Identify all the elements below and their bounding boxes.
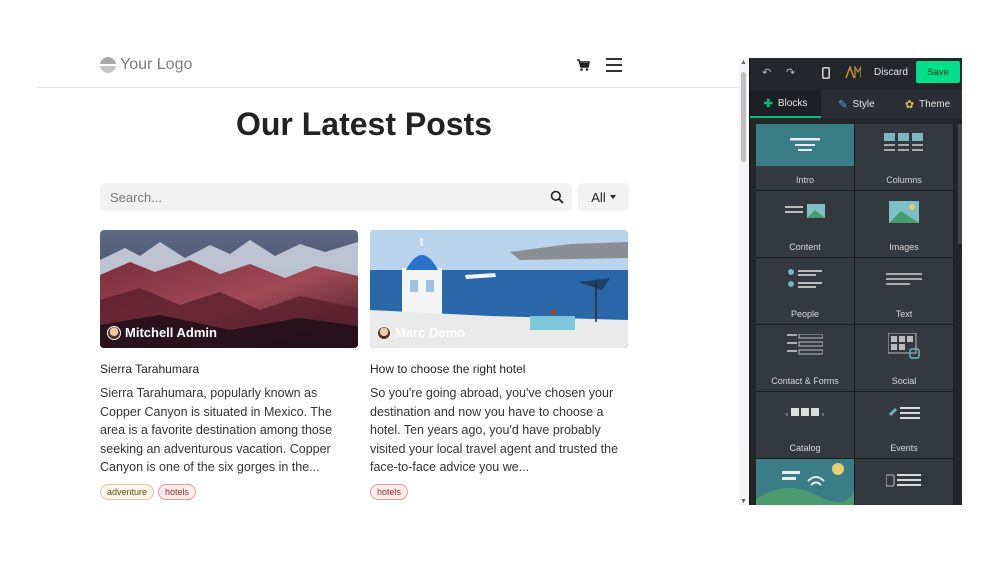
block-content[interactable]: Content — [756, 191, 854, 257]
author-name: Mitchell Admin — [125, 325, 217, 340]
redo-icon[interactable]: ↷ — [786, 66, 795, 79]
people-icon — [756, 258, 854, 300]
columns-icon — [855, 124, 953, 166]
post-tags: adventure hotels — [100, 483, 358, 500]
search-icon[interactable] — [550, 190, 564, 204]
post-card[interactable]: Mitchell Admin Sierra Tarahumara Sierra … — [100, 230, 358, 500]
landscape-icon — [756, 459, 854, 505]
block-label: Columns — [886, 175, 922, 185]
block-label: Text — [895, 309, 913, 319]
scroll-down-icon[interactable]: ▼ — [740, 498, 747, 505]
catalog-icon: ‹ › — [756, 392, 854, 434]
block-list[interactable] — [855, 459, 953, 505]
block-people[interactable]: People — [756, 258, 854, 324]
post-image-mountains[interactable]: Mitchell Admin — [100, 230, 358, 348]
tab-theme[interactable]: ✿ Theme — [892, 90, 962, 118]
cart-icon[interactable] — [576, 58, 590, 72]
mobile-preview-icon[interactable] — [822, 67, 830, 79]
gear-icon: ✿ — [904, 98, 915, 111]
caret-down-icon — [609, 195, 616, 199]
block-catalog[interactable]: ‹ › Catalog — [756, 392, 854, 458]
events-icon — [855, 392, 953, 434]
avatar — [377, 325, 391, 340]
author-name: Marc Demo — [395, 325, 466, 340]
post-author: Mitchell Admin — [107, 325, 217, 340]
block-images[interactable]: Images — [855, 191, 953, 257]
block-intro[interactable]: Intro — [756, 124, 854, 190]
post-excerpt: So you're going abroad, you've chosen yo… — [370, 386, 619, 474]
post-tags: hotels — [370, 483, 628, 500]
editor-toolbar: ↶ ↷ Discard Save — [750, 58, 962, 88]
block-label: Intro — [795, 175, 814, 185]
block-landscape[interactable] — [756, 459, 854, 505]
plus-icon: ✚ — [763, 97, 773, 110]
post-title[interactable]: How to choose the right hotel — [370, 362, 628, 376]
hamburger-menu-icon[interactable] — [606, 58, 622, 72]
block-label: Contact & Forms — [771, 376, 839, 386]
tab-label: Theme — [919, 98, 951, 110]
block-label: Catalog — [789, 443, 821, 453]
block-text[interactable]: Text — [855, 258, 953, 324]
tab-label: Style — [852, 98, 875, 110]
avatar — [107, 325, 121, 340]
block-label: Images — [889, 242, 919, 252]
block-contact-forms[interactable]: Contact & Forms — [756, 325, 854, 391]
post-excerpt: Sierra Tarahumara, popularly known as Co… — [100, 386, 333, 474]
page-title: Our Latest Posts — [235, 106, 493, 142]
tab-label: Blocks — [777, 97, 808, 109]
social-icon — [855, 325, 953, 367]
discard-button[interactable]: Discard — [874, 67, 908, 78]
block-label: Social — [891, 376, 917, 386]
site-header: Your Logo — [38, 50, 738, 88]
post-card[interactable]: Marc Demo How to choose the right hotel … — [370, 230, 628, 500]
website-preview: Your Logo Our Latest Posts All — [0, 0, 740, 505]
tag-hotels[interactable]: hotels — [158, 483, 197, 500]
images-icon — [855, 191, 953, 233]
undo-icon[interactable]: ↶ — [762, 66, 771, 79]
scroll-up-icon[interactable]: ▲ — [740, 59, 747, 66]
block-label: People — [790, 309, 820, 319]
tab-style[interactable]: ✎ Style — [821, 90, 892, 118]
editor-panel: ↶ ↷ Discard Save ✚ Blocks ✎ Style ✿ Them… — [749, 58, 962, 505]
text-icon — [855, 258, 953, 300]
tag-adventure[interactable]: adventure — [100, 483, 155, 500]
post-author: Marc Demo — [377, 325, 465, 340]
blocks-grid: Intro Columns Content Images People Text… — [756, 124, 954, 505]
save-button[interactable]: Save — [916, 61, 960, 83]
block-social[interactable]: Social — [855, 325, 953, 391]
post-title[interactable]: Sierra Tarahumara — [100, 362, 358, 376]
page-scrollbar[interactable]: ▲ ▼ — [739, 58, 748, 505]
svg-text:›: › — [821, 410, 825, 419]
block-events[interactable]: Events — [855, 392, 953, 458]
block-label: Events — [890, 443, 918, 453]
form-icon — [756, 325, 854, 367]
post-image-santorini[interactable]: Marc Demo — [370, 230, 628, 348]
filter-label: All — [591, 189, 606, 205]
search-bar — [100, 183, 572, 211]
block-label: Content — [789, 242, 821, 252]
list-icon — [855, 459, 953, 501]
filter-dropdown[interactable]: All — [578, 183, 629, 211]
site-logo[interactable]: Your Logo — [100, 56, 192, 74]
search-input[interactable] — [100, 183, 572, 211]
ai-translate-icon[interactable] — [845, 66, 861, 79]
intro-icon — [756, 124, 854, 166]
content-icon — [756, 191, 854, 233]
logo-text: Your Logo — [120, 56, 193, 73]
editor-tabs: ✚ Blocks ✎ Style ✿ Theme — [750, 90, 962, 118]
brush-icon: ✎ — [838, 98, 848, 111]
logo-icon — [100, 57, 116, 73]
svg-text:‹: ‹ — [785, 410, 789, 419]
tab-blocks[interactable]: ✚ Blocks — [750, 90, 821, 118]
tag-hotels[interactable]: hotels — [370, 483, 409, 500]
scroll-thumb[interactable] — [741, 72, 746, 162]
block-columns[interactable]: Columns — [855, 124, 953, 190]
sidebar-scrollbar[interactable] — [958, 124, 962, 244]
